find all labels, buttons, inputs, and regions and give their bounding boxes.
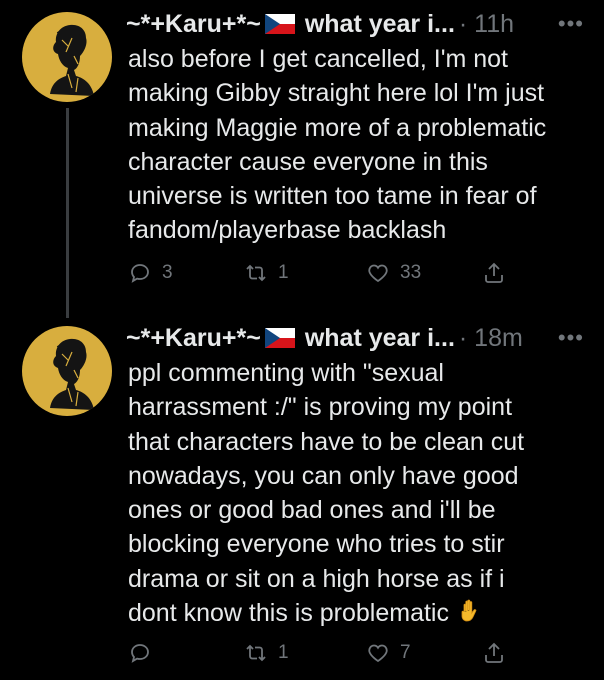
like-count: 7 <box>400 642 411 663</box>
heart-icon <box>368 644 388 663</box>
reply-button[interactable] <box>128 638 162 668</box>
more-icon[interactable]: ••• <box>558 320 584 356</box>
avatar-illustration <box>50 24 94 96</box>
timestamp[interactable]: · 18m <box>459 320 523 356</box>
thread-line <box>66 108 69 318</box>
share-icon <box>485 642 503 663</box>
avatar[interactable] <box>22 12 112 102</box>
timestamp[interactable]: · 11h <box>459 6 514 42</box>
display-name[interactable]: ~*+Karu+*~ <box>126 320 261 356</box>
more-icon[interactable]: ••• <box>558 6 584 42</box>
username-truncated[interactable]: what year i... <box>305 320 455 356</box>
tweet-text-content: ppl commenting with "sexual harrassment … <box>128 359 525 628</box>
tweet-text: also before I get cancelled, I'm not mak… <box>128 45 547 245</box>
tweet-header: ~*+Karu+*~ what year i... · 18m ••• <box>126 320 584 356</box>
username-truncated[interactable]: what year i... <box>305 6 455 42</box>
reply-button[interactable]: 3 <box>128 258 173 288</box>
reply-count: 3 <box>162 262 173 283</box>
retweet-count: 1 <box>278 642 289 663</box>
like-button[interactable]: 33 <box>366 258 421 288</box>
share-icon <box>485 262 503 283</box>
heart-icon <box>368 264 388 283</box>
tweet-actions: 3 1 33 <box>128 258 528 288</box>
like-button[interactable]: 7 <box>366 638 411 668</box>
retweet-count: 1 <box>278 262 289 283</box>
reply-icon <box>131 644 149 663</box>
display-name[interactable]: ~*+Karu+*~ <box>126 6 261 42</box>
tweet-header: ~*+Karu+*~ what year i... · 11h ••• <box>126 6 584 42</box>
czech-flag-icon <box>264 328 295 348</box>
avatar-illustration <box>50 338 94 410</box>
like-count: 33 <box>400 262 422 283</box>
share-button[interactable] <box>482 638 506 668</box>
reply-icon <box>131 264 149 283</box>
tweet[interactable]: ~*+Karu+*~ what year i... · 11h ••• also… <box>0 0 604 318</box>
retweet-button[interactable]: 1 <box>244 258 289 288</box>
retweet-button[interactable]: 1 <box>244 638 289 668</box>
retweet-icon <box>246 264 266 282</box>
raised-hand-emoji <box>461 599 477 622</box>
tweet-actions: 1 7 <box>128 638 528 668</box>
czech-flag-icon <box>264 14 295 34</box>
retweet-icon <box>246 644 266 662</box>
avatar[interactable] <box>22 326 112 416</box>
tweet-text: ppl commenting with "sexual harrassment … <box>128 356 586 630</box>
share-button[interactable] <box>482 258 506 288</box>
tweet[interactable]: ~*+Karu+*~ what year i... · 18m ••• ppl … <box>0 314 604 680</box>
